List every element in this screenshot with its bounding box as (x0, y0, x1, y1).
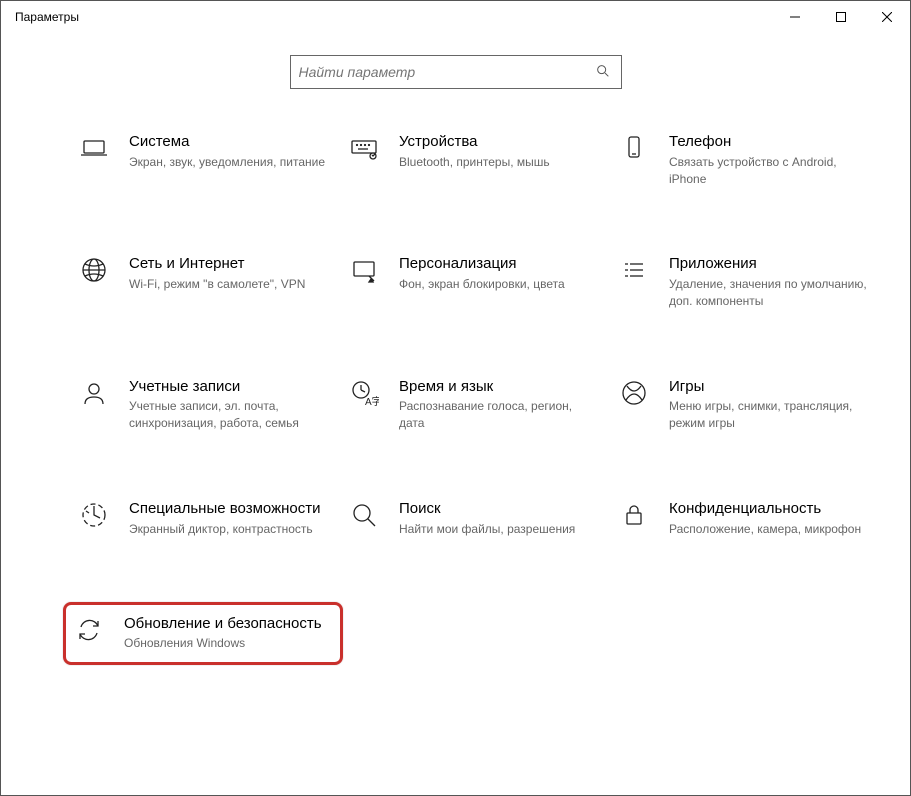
category-text: Система Экран, звук, уведомления, питание (129, 133, 339, 171)
category-desc: Меню игры, снимки, трансляция, режим игр… (669, 398, 869, 432)
category-desc: Экран, звук, уведомления, питание (129, 154, 329, 171)
window-controls (772, 1, 910, 33)
category-title: Система (129, 133, 329, 152)
category-apps[interactable]: Приложения Удаление, значения по умолчани… (613, 251, 883, 313)
category-gaming[interactable]: ИгрыМеню игры, снимки, трансляция, режим… (613, 374, 883, 436)
category-update[interactable]: Обновление и безопасностьОбновления Wind… (63, 602, 343, 666)
search-box[interactable] (290, 55, 622, 89)
category-desc: Найти мои файлы, разрешения (399, 521, 599, 538)
brush-icon (347, 255, 381, 289)
category-text: Специальные возможности Экранный диктор, … (129, 500, 339, 538)
category-text: Персонализация Фон, экран блокировки, цве… (399, 255, 609, 293)
ease-icon (77, 500, 111, 534)
category-text: Телефон Связать устройство с Android, iPh… (669, 133, 879, 187)
laptop-icon (77, 133, 111, 167)
category-desc: Экранный диктор, контрастность (129, 521, 329, 538)
category-devices[interactable]: Устройства Bluetooth, принтеры, мышь (343, 129, 613, 191)
category-title: Обновление и безопасность (124, 615, 324, 634)
window-title-text: Параметры (15, 10, 79, 24)
category-text: Сеть и Интернет Wi-Fi, режим "в самолете"… (129, 255, 339, 293)
globe-icon (77, 255, 111, 289)
apps-icon (617, 255, 651, 289)
category-title: Сеть и Интернет (129, 255, 329, 274)
search-container (1, 55, 910, 89)
category-text: ИгрыМеню игры, снимки, трансляция, режим… (669, 378, 879, 432)
categories-grid: Система Экран, звук, уведомления, питание… (1, 129, 910, 665)
category-phone[interactable]: Телефон Связать устройство с Android, iPh… (613, 129, 883, 191)
phone-icon (617, 133, 651, 167)
category-title: Время и язык (399, 378, 599, 397)
category-network[interactable]: Сеть и Интернет Wi-Fi, режим "в самолете"… (73, 251, 343, 313)
category-title: Телефон (669, 133, 869, 152)
category-text: Приложения Удаление, значения по умолчани… (669, 255, 879, 309)
category-desc: Удаление, значения по умолчанию, доп. ко… (669, 276, 869, 310)
maximize-button[interactable] (818, 1, 864, 33)
category-title: Устройства (399, 133, 599, 152)
search-input[interactable] (299, 64, 595, 80)
category-desc: Распознавание голоса, регион, дата (399, 398, 599, 432)
category-text: Обновление и безопасностьОбновления Wind… (124, 615, 334, 653)
category-title: Игры (669, 378, 869, 397)
category-text: Время и языкРаспознавание голоса, регион… (399, 378, 609, 432)
category-desc: Учетные записи, эл. почта, синхронизация… (129, 398, 329, 432)
category-title: Учетные записи (129, 378, 329, 397)
category-personalize[interactable]: Персонализация Фон, экран блокировки, цве… (343, 251, 613, 313)
category-title: Персонализация (399, 255, 599, 274)
search-icon (347, 500, 381, 534)
sync-icon (72, 615, 106, 649)
category-desc: Расположение, камера, микрофон (669, 521, 869, 538)
category-privacy[interactable]: Конфиденциальность Расположение, камера, … (613, 496, 883, 542)
category-accounts[interactable]: Учетные записиУчетные записи, эл. почта,… (73, 374, 343, 436)
person-icon (77, 378, 111, 412)
category-desc: Фон, экран блокировки, цвета (399, 276, 599, 293)
category-ease[interactable]: Специальные возможности Экранный диктор, … (73, 496, 343, 542)
category-title: Приложения (669, 255, 869, 274)
category-desc: Обновления Windows (124, 635, 324, 652)
category-time[interactable]: Время и языкРаспознавание голоса, регион… (343, 374, 613, 436)
category-title: Конфиденциальность (669, 500, 869, 519)
category-desc: Bluetooth, принтеры, мышь (399, 154, 599, 171)
xbox-icon (617, 378, 651, 412)
search-icon (595, 63, 613, 81)
minimize-button[interactable] (772, 1, 818, 33)
category-text: Конфиденциальность Расположение, камера, … (669, 500, 879, 538)
category-system[interactable]: Система Экран, звук, уведомления, питание (73, 129, 343, 191)
category-title: Поиск (399, 500, 599, 519)
timelang-icon (347, 378, 381, 412)
category-text: Устройства Bluetooth, принтеры, мышь (399, 133, 609, 171)
category-text: Учетные записиУчетные записи, эл. почта,… (129, 378, 339, 432)
close-button[interactable] (864, 1, 910, 33)
category-desc: Wi-Fi, режим "в самолете", VPN (129, 276, 329, 293)
category-search[interactable]: Поиск Найти мои файлы, разрешения (343, 496, 613, 542)
category-text: Поиск Найти мои файлы, разрешения (399, 500, 609, 538)
category-desc: Связать устройство с Android, iPhone (669, 154, 869, 188)
keyboard-icon (347, 133, 381, 167)
lock-icon (617, 500, 651, 534)
category-title: Специальные возможности (129, 500, 329, 519)
